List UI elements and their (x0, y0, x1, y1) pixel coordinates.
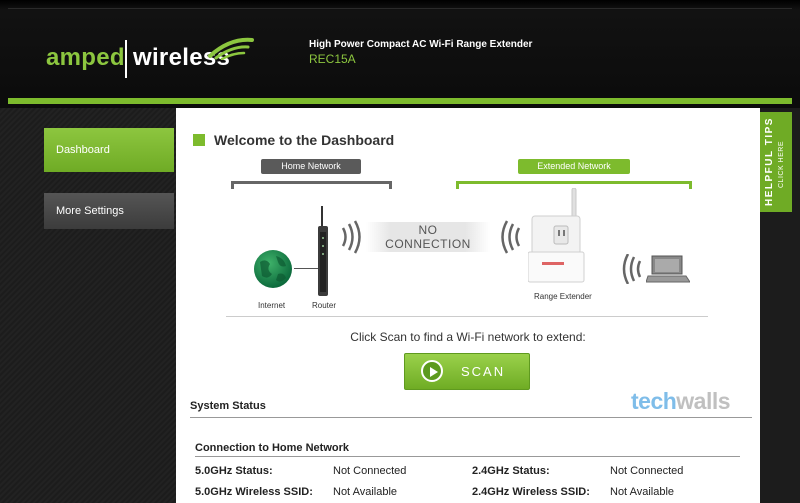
no-connection-line2: CONNECTION (385, 237, 471, 251)
helpful-tips-tab[interactable]: HELPFUL TIPS CLICK HERE (760, 112, 792, 212)
product-model: REC15A (309, 52, 356, 66)
title-marker-square (193, 134, 205, 146)
watermark-part2: walls (676, 388, 731, 414)
sidebar-item-label: Dashboard (56, 144, 110, 156)
range-extender-label: Range Extender (534, 292, 592, 301)
logo-amped-text: amped (46, 44, 125, 71)
laptop-icon (646, 255, 690, 283)
helpful-tips-subtitle: CLICK HERE (778, 140, 785, 188)
system-status-divider (190, 417, 752, 418)
sidebar-item-more-settings[interactable]: More Settings (44, 193, 174, 229)
router-signal-icon (341, 220, 361, 254)
extender-signal-icon (501, 220, 521, 254)
home-network-bracket (231, 181, 392, 189)
connection-heading: Connection to Home Network (195, 442, 350, 454)
page-title: Welcome to the Dashboard (214, 132, 395, 148)
home-network-label: Home Network (261, 159, 361, 174)
product-title: High Power Compact AC Wi-Fi Range Extend… (309, 39, 533, 50)
header-top-line (8, 8, 792, 9)
main-content: Welcome to the Dashboard Home Network Ex… (176, 108, 760, 503)
scan-button-label: SCAN (461, 364, 506, 379)
status-24ghz-value: Not Connected (610, 465, 684, 477)
helpful-tips-title: HELPFUL TIPS (764, 117, 775, 206)
watermark-part1: tech (631, 388, 677, 414)
logo-divider (125, 40, 127, 78)
range-extender-icon (528, 188, 585, 283)
status-5ghz-label: 5.0GHz Status: (195, 465, 273, 477)
ssid-5ghz-label: 5.0GHz Wireless SSID: (195, 486, 313, 498)
connection-divider (195, 456, 740, 457)
no-connection-line1: NO (418, 223, 438, 237)
no-connection-banner: NO CONNECTION (366, 222, 490, 252)
header-green-stripe (8, 98, 792, 104)
diagram-separator (226, 316, 708, 317)
wifi-swoosh-icon (208, 37, 254, 60)
sidebar-item-label: More Settings (56, 205, 124, 217)
system-status-heading: System Status (190, 400, 266, 412)
status-5ghz-value: Not Connected (333, 465, 407, 477)
sidebar-item-dashboard[interactable]: Dashboard (44, 128, 174, 172)
internet-label: Internet (258, 301, 286, 310)
extended-network-label: Extended Network (518, 159, 630, 174)
ssid-24ghz-value: Not Available (610, 486, 675, 498)
watermark: techwalls (631, 388, 731, 415)
scan-button[interactable]: SCAN (404, 353, 530, 390)
scan-instruction: Click Scan to find a Wi-Fi network to ex… (350, 330, 586, 344)
play-icon (421, 360, 443, 382)
status-24ghz-label: 2.4GHz Status: (472, 465, 550, 477)
laptop-signal-icon (622, 254, 642, 284)
ssid-5ghz-value: Not Available (333, 486, 398, 498)
router-icon (318, 206, 328, 296)
router-label: Router (312, 301, 337, 310)
app-header: amped wireless High Power Compact AC Wi-… (0, 0, 800, 108)
internet-globe-icon (254, 250, 292, 288)
ssid-24ghz-label: 2.4GHz Wireless SSID: (472, 486, 590, 498)
